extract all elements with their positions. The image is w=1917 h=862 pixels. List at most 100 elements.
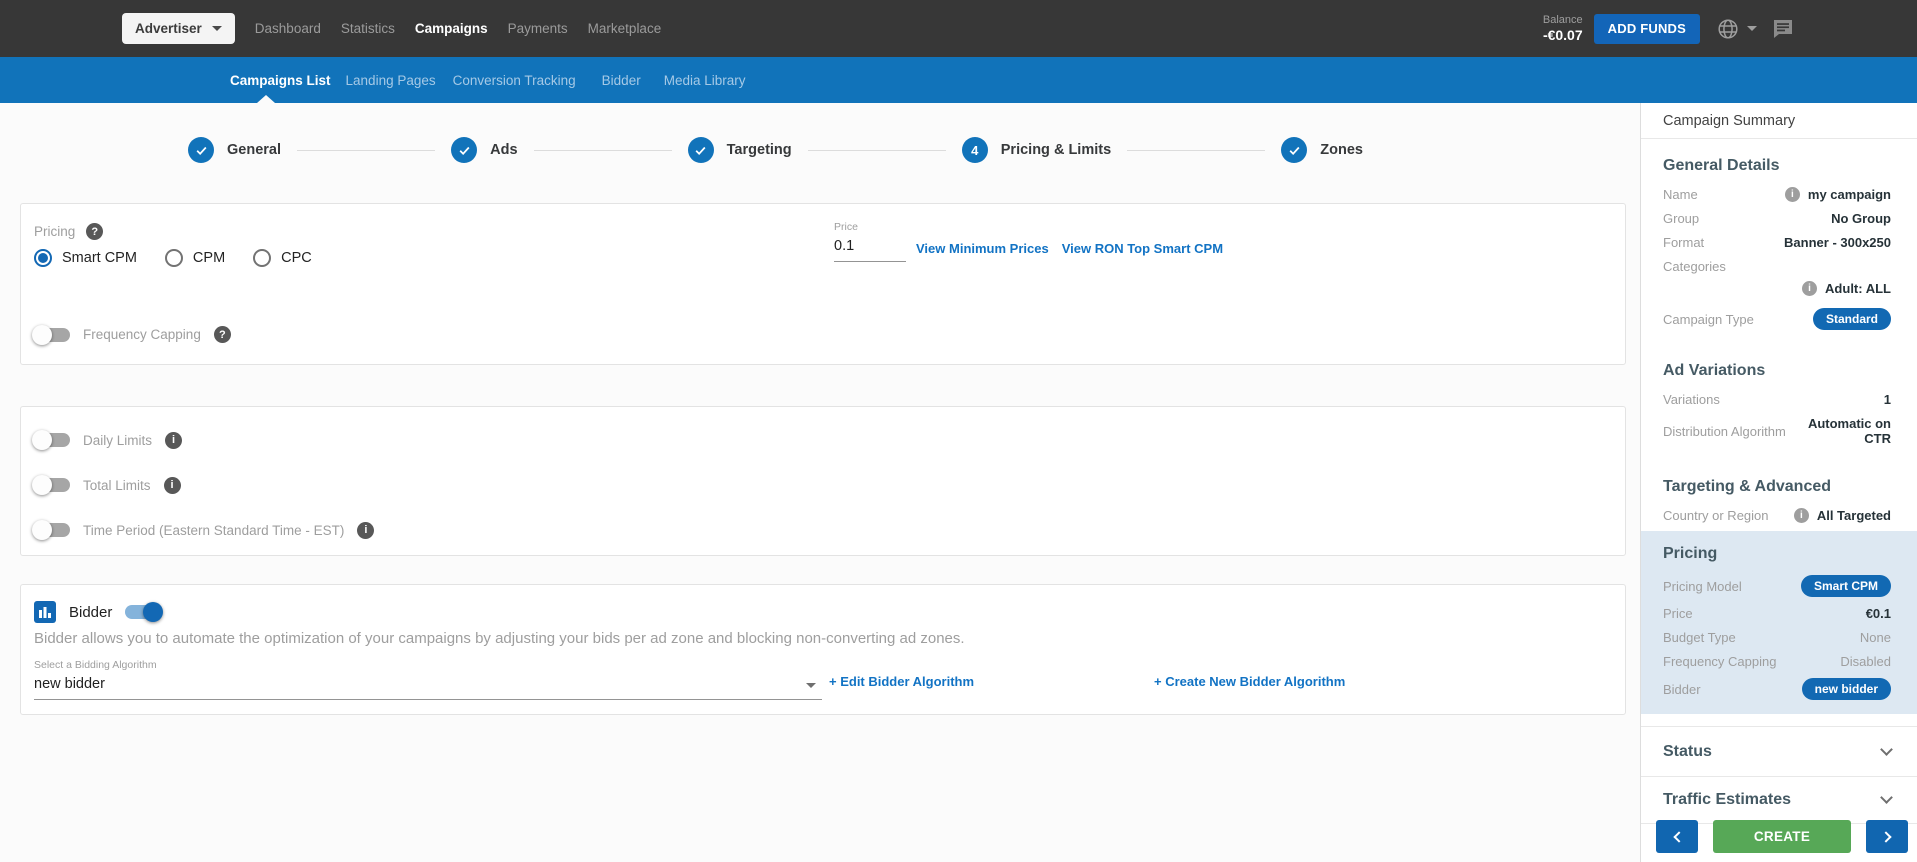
step-general[interactable]: General xyxy=(188,137,281,163)
subnav-campaigns-list[interactable]: Campaigns List xyxy=(230,73,331,88)
campaigns-subnav: Campaigns List Landing Pages Conversion … xyxy=(0,57,1917,103)
edit-bidder-algorithm-link[interactable]: + Edit Bidder Algorithm xyxy=(829,674,974,689)
subnav-media-library[interactable]: Media Library xyxy=(664,73,746,88)
chevron-left-icon xyxy=(1673,831,1684,842)
frequency-capping-label: Frequency Capping xyxy=(83,327,201,342)
step-ads[interactable]: Ads xyxy=(451,137,517,163)
advertiser-menu-button[interactable]: Advertiser xyxy=(122,13,235,44)
campaign-type-badge: Standard xyxy=(1813,308,1891,330)
time-period-label: Time Period (Eastern Standard Time - EST… xyxy=(83,523,344,538)
radio-option-cpc[interactable]: CPC xyxy=(253,249,322,267)
pricing-model-radio-group: Smart CPM CPM CPC xyxy=(34,249,340,267)
step-targeting[interactable]: Targeting xyxy=(688,137,792,163)
summary-row-format: Format Banner - 300x250 xyxy=(1663,235,1891,250)
support-chat-icon[interactable] xyxy=(1773,20,1793,38)
chevron-down-icon xyxy=(1880,791,1893,804)
previous-step-button[interactable] xyxy=(1656,820,1698,853)
add-funds-button[interactable]: ADD FUNDS xyxy=(1594,14,1700,44)
nav-payments[interactable]: Payments xyxy=(498,0,578,57)
step-label: General xyxy=(227,142,281,158)
view-minimum-prices-link[interactable]: View Minimum Prices xyxy=(916,241,1049,256)
balance-display: Balance -€0.07 xyxy=(1543,14,1583,43)
language-globe-icon[interactable] xyxy=(1717,18,1739,40)
bidding-algorithm-selected-value[interactable]: new bidder xyxy=(34,676,822,700)
help-icon[interactable]: ? xyxy=(86,223,103,240)
bidder-section-title: Bidder xyxy=(69,604,112,621)
info-icon[interactable]: i xyxy=(1794,508,1809,523)
balance-value: -€0.07 xyxy=(1543,27,1583,43)
summary-row-name: Name imy campaign xyxy=(1663,187,1891,202)
topbar-right-group: Balance -€0.07 ADD FUNDS xyxy=(1543,14,1917,44)
view-ron-top-smart-cpm-link[interactable]: View RON Top Smart CPM xyxy=(1062,241,1223,256)
summary-targeting-section: Targeting & Advanced Country or Region i… xyxy=(1641,478,1917,523)
bidder-badge: new bidder xyxy=(1802,678,1891,700)
nav-campaigns[interactable]: Campaigns xyxy=(405,0,498,57)
bidding-algorithm-select[interactable]: Select a Bidding Algorithm new bidder xyxy=(34,659,822,700)
price-input[interactable]: 0.1 xyxy=(834,238,906,262)
subnav-landing-pages[interactable]: Landing Pages xyxy=(346,73,436,88)
help-icon[interactable]: ? xyxy=(214,326,231,343)
bidder-card: Bidder Bidder allows you to automate the… xyxy=(20,584,1626,715)
summary-row-adult: iAdult: ALL xyxy=(1663,281,1891,296)
pricing-card-title: Pricing xyxy=(34,224,75,239)
bidder-description: Bidder allows you to automate the optimi… xyxy=(34,630,965,647)
limits-card: Daily Limits i Total Limits i Time Perio… xyxy=(20,406,1626,556)
campaign-summary-panel: Campaign Summary General Details Name im… xyxy=(1640,103,1917,862)
nav-dashboard[interactable]: Dashboard xyxy=(245,0,331,57)
daily-limits-toggle[interactable] xyxy=(34,433,70,447)
wizard-footer: CREATE xyxy=(1641,820,1917,853)
nav-statistics[interactable]: Statistics xyxy=(331,0,405,57)
bidder-toggle[interactable] xyxy=(125,605,161,619)
advertiser-label: Advertiser xyxy=(135,21,202,36)
summary-row-group: Group No Group xyxy=(1663,211,1891,226)
bar-chart-icon xyxy=(34,601,56,623)
create-button[interactable]: CREATE xyxy=(1713,820,1851,853)
info-icon[interactable]: i xyxy=(164,477,181,494)
step-connector xyxy=(808,150,946,151)
summary-row-categories: Categories xyxy=(1663,259,1891,274)
radio-option-smart-cpm[interactable]: Smart CPM xyxy=(34,249,147,267)
total-limits-toggle[interactable] xyxy=(34,478,70,492)
status-collapsible[interactable]: Status xyxy=(1641,726,1917,776)
step-pricing-limits[interactable]: 4 Pricing & Limits xyxy=(962,137,1111,163)
create-bidder-algorithm-link[interactable]: + Create New Bidder Algorithm xyxy=(1154,674,1345,689)
radio-option-cpm[interactable]: CPM xyxy=(165,249,235,267)
summary-row-budget-type: Budget Type None xyxy=(1663,630,1891,645)
pricing-model-badge: Smart CPM xyxy=(1801,575,1891,597)
price-field-block: Price 0.1 xyxy=(834,221,906,262)
chevron-down-icon xyxy=(212,26,222,31)
check-icon xyxy=(1281,137,1307,163)
daily-limits-label: Daily Limits xyxy=(83,433,152,448)
summary-row-bidder: Bidder new bidder xyxy=(1663,678,1891,700)
nav-marketplace[interactable]: Marketplace xyxy=(578,0,672,57)
info-icon[interactable]: i xyxy=(1785,187,1800,202)
next-step-button[interactable] xyxy=(1866,820,1908,853)
bidding-algorithm-select-label: Select a Bidding Algorithm xyxy=(34,659,822,671)
subnav-bidder[interactable]: Bidder xyxy=(602,73,641,88)
chevron-down-icon[interactable] xyxy=(1747,26,1757,31)
summary-row-distribution: Distribution Algorithm Automatic on CTR xyxy=(1663,416,1891,446)
summary-title: Campaign Summary xyxy=(1641,103,1917,139)
balance-label: Balance xyxy=(1543,14,1583,26)
radio-icon xyxy=(165,249,183,267)
top-navigation-bar: Advertiser Dashboard Statistics Campaign… xyxy=(0,0,1917,57)
wizard-stepper: General Ads Targeting 4 Pricing & Limits xyxy=(188,137,1363,163)
check-icon xyxy=(188,137,214,163)
subnav-conversion-tracking[interactable]: Conversion Tracking xyxy=(453,73,576,88)
traffic-estimates-collapsible[interactable]: Traffic Estimates xyxy=(1641,776,1917,824)
step-connector xyxy=(534,150,672,151)
step-number: 4 xyxy=(962,137,988,163)
info-icon[interactable]: i xyxy=(357,522,374,539)
time-period-toggle[interactable] xyxy=(34,523,70,537)
info-icon[interactable]: i xyxy=(1802,281,1817,296)
summary-row-campaign-type: Campaign Type Standard xyxy=(1663,308,1891,330)
step-connector xyxy=(297,150,435,151)
general-details-heading: General Details xyxy=(1663,157,1891,175)
pricing-heading: Pricing xyxy=(1663,545,1891,563)
radio-selected-icon xyxy=(34,249,52,267)
frequency-capping-toggle[interactable] xyxy=(34,328,70,342)
chevron-right-icon xyxy=(1880,831,1891,842)
summary-row-price: Price €0.1 xyxy=(1663,606,1891,621)
info-icon[interactable]: i xyxy=(165,432,182,449)
step-zones[interactable]: Zones xyxy=(1281,137,1363,163)
